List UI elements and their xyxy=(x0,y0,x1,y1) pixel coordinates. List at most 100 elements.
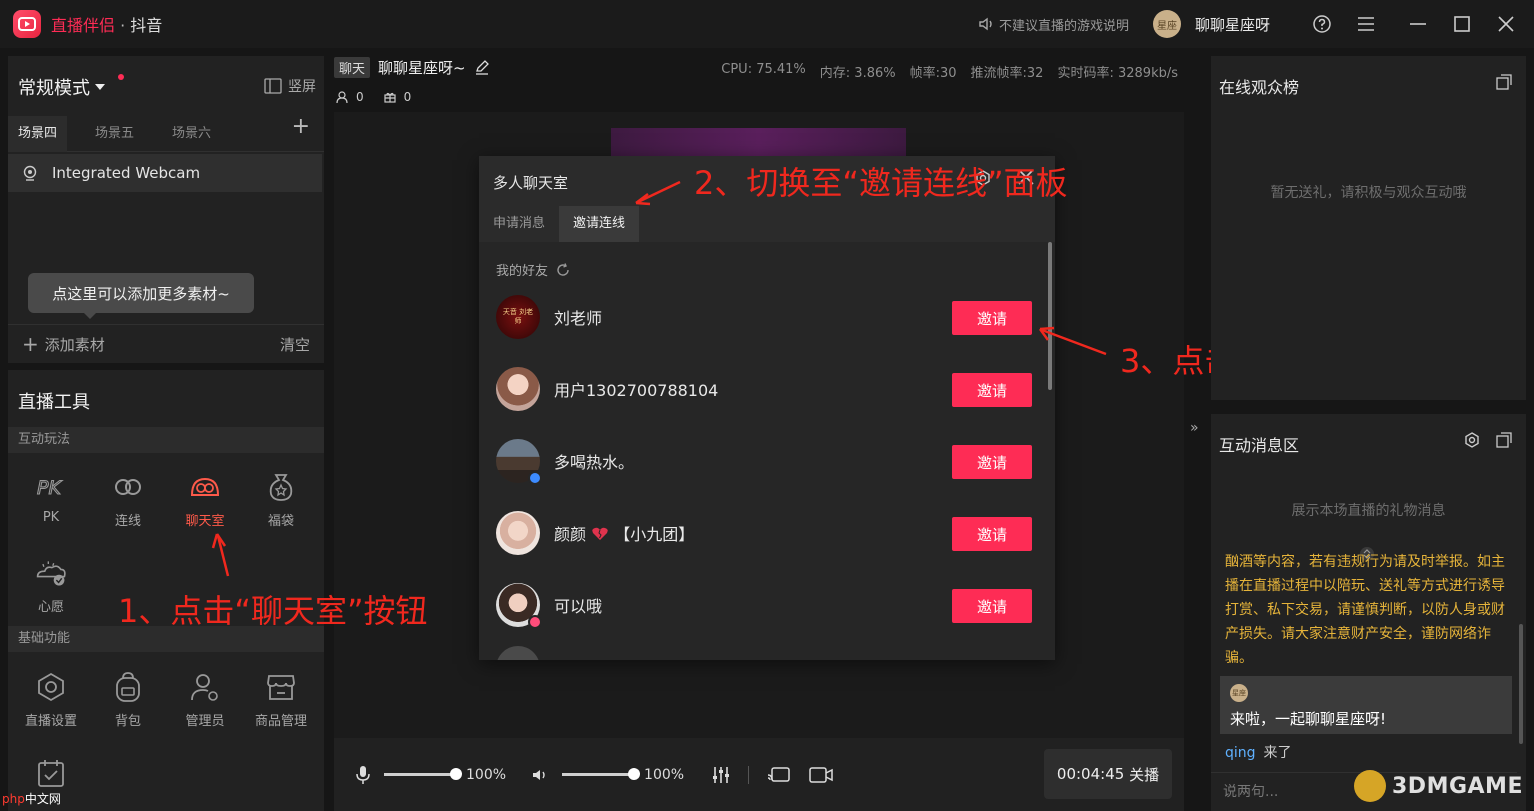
refresh-icon[interactable] xyxy=(556,262,570,277)
mic-volume-slider[interactable] xyxy=(384,768,462,780)
edit-icon[interactable] xyxy=(474,59,490,75)
user-name[interactable]: 聊聊星座呀 xyxy=(1195,14,1270,35)
invite-button[interactable]: 邀请 xyxy=(952,589,1032,623)
minimize-icon[interactable] xyxy=(1396,0,1440,48)
stream-counts: 0 0 xyxy=(336,90,411,104)
menu-icon[interactable] xyxy=(1344,0,1388,48)
audio-mixer-icon[interactable] xyxy=(712,766,730,784)
tool-more[interactable] xyxy=(16,756,86,790)
category-tag[interactable]: 聊天 xyxy=(334,56,371,78)
backpack-icon xyxy=(111,670,145,704)
game-notice-link[interactable]: 不建议直播的游戏说明 xyxy=(979,15,1129,34)
viewer-name[interactable]: qing xyxy=(1225,745,1256,761)
add-scene-button[interactable]: + xyxy=(292,114,310,139)
invite-button[interactable]: 邀请 xyxy=(952,445,1032,479)
add-source-button[interactable]: + 添加素材 xyxy=(22,334,105,355)
tool-admin-label: 管理员 xyxy=(185,714,225,729)
notice-text: 不建议直播的游戏说明 xyxy=(998,18,1129,34)
host-welcome-message: 星座 来啦，一起聊聊星座呀! xyxy=(1220,676,1512,734)
tool-admin[interactable]: 管理员 xyxy=(170,670,240,729)
tool-wish-label: 心愿 xyxy=(37,600,64,615)
camera-icon[interactable] xyxy=(809,766,833,784)
tab-invite-connect[interactable]: 邀请连线 xyxy=(559,206,640,242)
popout-icon[interactable] xyxy=(1496,74,1512,90)
user-icon xyxy=(336,91,348,103)
host-welcome-text: 来啦，一起聊聊星座呀! xyxy=(1230,710,1387,728)
stat-framerate: 帧率:30 xyxy=(909,66,957,81)
tool-backpack[interactable]: 背包 xyxy=(93,670,163,729)
app-name-text: 直播伴侣 xyxy=(51,16,116,35)
invite-button[interactable]: 邀请 xyxy=(952,373,1032,407)
tab-apply-messages[interactable]: 申请消息 xyxy=(479,206,559,242)
friend-row: 天音 刘老师 刘老师 邀请 xyxy=(496,292,1034,342)
scene-tabs: 场景四 场景五 场景六 xyxy=(8,115,324,152)
live-timer: 00:04:45 xyxy=(1056,765,1125,783)
friend-avatar-partial xyxy=(496,646,540,660)
friend-avatar xyxy=(496,439,542,485)
messages-scrollbar[interactable] xyxy=(1519,624,1523,744)
vertical-screen-button[interactable]: 竖屏 xyxy=(264,76,316,96)
chatroom-icon xyxy=(188,470,222,504)
screen-cast-icon[interactable] xyxy=(767,766,791,784)
friend-name: 多喝热水。 xyxy=(554,453,635,472)
section-interactive: 互动玩法 xyxy=(8,427,324,453)
plus-icon: + xyxy=(22,332,39,356)
left-panel: 常规模式 竖屏 场景四 场景五 场景六 + Integrated Webcam … xyxy=(8,56,324,811)
tool-chatroom[interactable]: 聊天室 xyxy=(170,470,240,529)
stream-title: 聊聊星座呀~ xyxy=(378,58,466,77)
maximize-icon[interactable] xyxy=(1440,0,1484,48)
dialog-title: 多人聊天室 xyxy=(493,174,569,192)
gift-empty-text: 展示本场直播的礼物消息 xyxy=(1291,503,1446,519)
stat-bitrate: 实时码率: 3289kb/s xyxy=(1057,66,1178,81)
message-settings-icon[interactable] xyxy=(1464,432,1480,448)
interaction-message-panel: 互动消息区 展示本场直播的礼物消息 直播间内严禁出现违法违规、低俗色情、吸烟酗酒… xyxy=(1211,414,1526,811)
friends-list: 我的好友 天音 刘老师 刘老师 邀请 用户1302700788104 邀请 多喝 xyxy=(479,242,1055,660)
viewer-join-text: 来了 xyxy=(1263,745,1292,761)
tool-product-manage[interactable]: 商品管理 xyxy=(246,670,316,729)
php-suffix: 中文网 xyxy=(24,792,61,806)
tab-scene-6[interactable]: 场景六 xyxy=(162,116,221,152)
end-live-button[interactable]: 00:04:45 关播 xyxy=(1044,749,1172,799)
live-tools-title: 直播工具 xyxy=(18,392,90,413)
tool-lucky-bag-label: 福袋 xyxy=(267,514,294,529)
tool-product-manage-label: 商品管理 xyxy=(254,714,307,729)
message-popout-icon[interactable] xyxy=(1496,432,1512,448)
vertical-screen-icon xyxy=(264,78,282,94)
tool-wish[interactable]: 心愿 xyxy=(16,556,86,615)
add-source-row: + 添加素材 清空 xyxy=(8,324,324,363)
friends-scrollbar[interactable] xyxy=(1048,242,1052,390)
tool-lucky-bag[interactable]: 福袋 xyxy=(246,470,316,529)
tab-scene-5[interactable]: 场景五 xyxy=(85,116,144,152)
mic-volume-knob[interactable] xyxy=(450,768,462,780)
3dm-text: 3DMGAME xyxy=(1392,773,1523,799)
scene-panel: 常规模式 竖屏 场景四 场景五 场景六 + Integrated Webcam … xyxy=(8,56,324,363)
speaker-volume-icon[interactable] xyxy=(532,768,548,782)
tool-connect[interactable]: 连线 xyxy=(93,470,163,529)
end-live-label: 关播 xyxy=(1129,765,1160,784)
tool-live-settings[interactable]: 直播设置 xyxy=(16,670,86,729)
friend-row: 可以哦 邀请 xyxy=(496,580,1034,630)
mode-label: 常规模式 xyxy=(18,78,90,99)
close-icon[interactable] xyxy=(1484,0,1528,48)
control-bar: 100% 100% 00:04:45 关播 xyxy=(334,738,1184,811)
help-icon[interactable] xyxy=(1300,0,1344,48)
tool-pk[interactable]: PK PK xyxy=(16,470,86,525)
user-avatar[interactable]: 星座 xyxy=(1152,10,1181,38)
webcam-icon xyxy=(23,165,37,181)
friends-label: 我的好友 xyxy=(496,264,549,279)
tab-scene-4[interactable]: 场景四 xyxy=(8,115,68,152)
collapse-right-icon[interactable]: » xyxy=(1190,420,1199,436)
tool-chatroom-label: 聊天室 xyxy=(185,514,225,529)
performance-stats: CPU: 75.41% 内存: 3.86% 帧率:30 推流帧率:32 实时码率… xyxy=(721,62,1178,81)
source-item-webcam[interactable]: Integrated Webcam xyxy=(8,154,322,192)
mode-selector[interactable]: 常规模式 xyxy=(18,74,124,100)
invite-button[interactable]: 邀请 xyxy=(952,301,1032,335)
invite-button[interactable]: 邀请 xyxy=(952,517,1032,551)
viewer-count-value: 0 xyxy=(356,90,364,104)
microphone-icon[interactable] xyxy=(356,765,370,785)
speaker-volume-knob[interactable] xyxy=(628,768,641,780)
speaker-volume-slider[interactable] xyxy=(562,768,641,780)
gift-count-value: 0 xyxy=(403,90,412,104)
friend-name: 刘老师 xyxy=(554,309,603,328)
clear-button[interactable]: 清空 xyxy=(280,334,310,355)
